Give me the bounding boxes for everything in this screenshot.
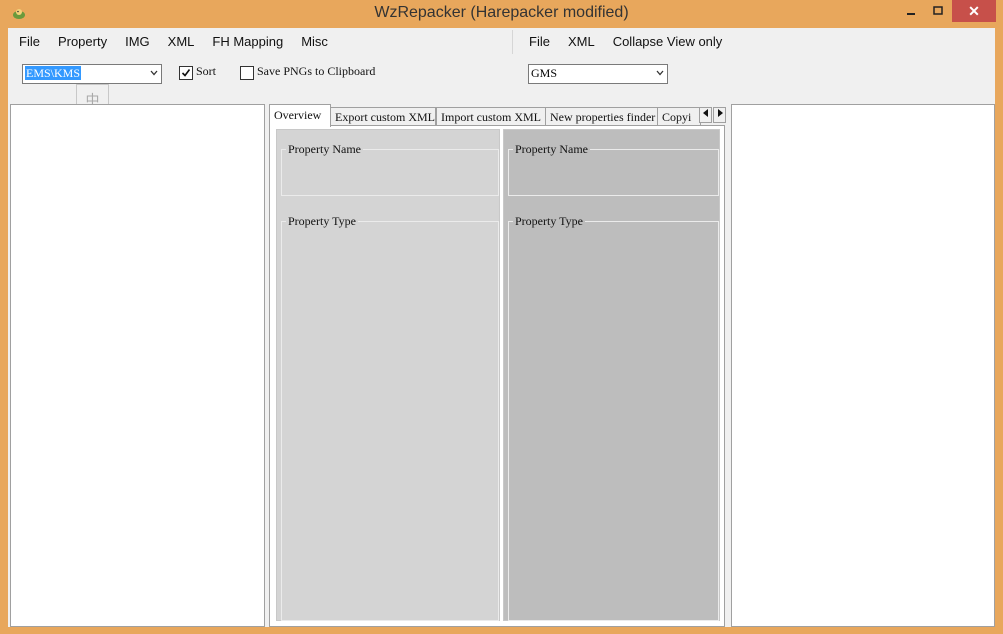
property-name-label-left: Property Name	[286, 142, 363, 157]
menu-xml[interactable]: XML	[159, 31, 204, 53]
menubar-left: File Property IMG XML FH Mapping Misc	[10, 31, 337, 53]
arrow-right-icon	[717, 109, 723, 117]
window-title: WzRepacker (Harepacker modified)	[374, 4, 629, 21]
tab-export-custom-xml[interactable]: Export custom XML	[330, 107, 436, 126]
left-tree-panel[interactable]	[10, 104, 265, 627]
close-button[interactable]: ✕	[952, 0, 996, 22]
chevron-down-icon	[150, 70, 158, 76]
property-name-group-right: Property Name	[508, 142, 719, 196]
tab-new-properties-finder[interactable]: New properties finder	[545, 107, 658, 126]
region-select-left-value: EMS\KMS	[25, 66, 82, 80]
checkmark-icon	[181, 69, 191, 77]
save-pngs-checkbox[interactable]	[240, 66, 254, 80]
property-type-label-right: Property Type	[513, 214, 585, 229]
menu-fh-mapping[interactable]: FH Mapping	[203, 31, 292, 53]
menu-collapse-view-only[interactable]: Collapse View only	[604, 31, 732, 53]
property-type-group-left: Property Type	[281, 214, 499, 621]
region-select-left[interactable]: EMS\KMS	[22, 64, 162, 84]
title-bar[interactable]: WzRepacker (Harepacker modified) ✕	[0, 0, 1003, 28]
property-type-group-right: Property Type	[508, 214, 719, 621]
tab-copying[interactable]: Copyi	[657, 107, 701, 126]
tab-scroll-left-button[interactable]	[699, 107, 712, 123]
sort-checkbox[interactable]	[179, 66, 193, 80]
overview-tab-page: Property Name Property Type Property Nam…	[269, 125, 725, 627]
menu-right-file[interactable]: File	[520, 31, 559, 53]
overview-left-pane: Property Name Property Type	[276, 129, 500, 621]
tab-scroll-buttons	[699, 107, 727, 123]
client-area: File Property IMG XML FH Mapping Misc Fi…	[8, 28, 995, 627]
arrow-left-icon	[702, 109, 708, 117]
save-pngs-label[interactable]: Save PNGs to Clipboard	[257, 64, 375, 79]
maximize-button[interactable]	[925, 0, 951, 22]
region-select-right[interactable]: GMS	[528, 64, 668, 84]
tab-overview[interactable]: Overview	[269, 104, 331, 127]
property-type-label-left: Property Type	[286, 214, 358, 229]
property-name-label-right: Property Name	[513, 142, 590, 157]
minimize-icon	[907, 13, 915, 15]
minimize-button[interactable]	[897, 0, 925, 22]
menu-img[interactable]: IMG	[116, 31, 159, 53]
menu-misc[interactable]: Misc	[292, 31, 337, 53]
chevron-down-icon	[656, 70, 664, 76]
sort-label[interactable]: Sort	[196, 64, 216, 79]
tab-scroll-right-button[interactable]	[713, 107, 726, 123]
property-name-group-left: Property Name	[281, 142, 499, 196]
tab-strip: Overview Export custom XML Import custom…	[269, 104, 727, 127]
tab-import-custom-xml[interactable]: Import custom XML	[436, 107, 546, 126]
menubar-right: File XML Collapse View only	[520, 31, 731, 53]
maximize-icon	[933, 6, 943, 15]
overview-right-pane: Property Name Property Type	[503, 129, 720, 621]
menu-right-xml[interactable]: XML	[559, 31, 604, 53]
close-icon: ✕	[968, 2, 980, 19]
menu-property[interactable]: Property	[49, 31, 116, 53]
region-select-right-value: GMS	[531, 66, 558, 80]
menu-file[interactable]: File	[10, 31, 49, 53]
right-tree-panel[interactable]	[731, 104, 995, 627]
menu-divider	[512, 30, 513, 54]
